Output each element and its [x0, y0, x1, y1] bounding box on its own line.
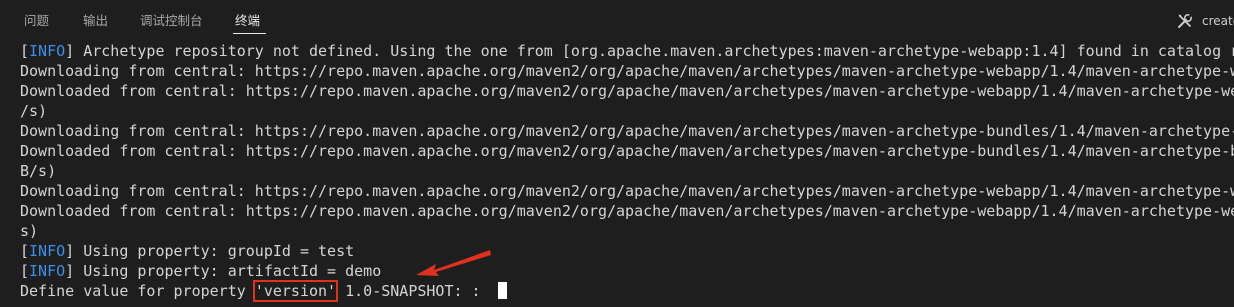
- prompt-text: Define value for property: [20, 282, 255, 300]
- prompt-default-text: 1.0-SNAPSHOT: :: [336, 282, 490, 300]
- info-tag: INFO: [29, 242, 66, 260]
- terminal-line: Downloaded from central: https://repo.ma…: [20, 82, 1234, 100]
- terminal-line: [INFO] Using property: artifactId = demo: [20, 262, 382, 280]
- terminal-cursor: [497, 282, 507, 299]
- terminal-line: Downloading from central: https://repo.m…: [20, 62, 1234, 80]
- terminal-line: [INFO] Using property: groupId = test: [20, 242, 355, 260]
- version-highlight-box: 'version': [252, 280, 339, 302]
- tools-icon: [1178, 13, 1193, 28]
- terminal-name-label: create: [1202, 14, 1234, 28]
- terminal-line: /s): [20, 102, 48, 120]
- tab-problems[interactable]: 问题: [24, 13, 49, 29]
- terminal-line: Downloading from central: https://repo.m…: [20, 122, 1234, 140]
- panel-tab-bar: 问题 输出 调试控制台 终端 create: [0, 0, 1234, 40]
- terminal-prompt-line: Define value for property 'version' 1.0-…: [20, 280, 1234, 302]
- terminal-output[interactable]: [INFO] Archetype repository not defined.…: [20, 41, 1234, 307]
- terminal-line-text: Using property: groupId = test: [83, 242, 355, 260]
- info-tag: INFO: [29, 262, 66, 280]
- terminal-line-text: Archetype repository not defined. Using …: [83, 42, 1234, 60]
- terminal-panel: 问题 输出 调试控制台 终端 create [INFO] Archetype r…: [0, 0, 1234, 307]
- info-tag: INFO: [29, 42, 66, 60]
- terminal-line: Downloading from central: https://repo.m…: [20, 182, 1234, 200]
- terminal-line: [INFO] Archetype repository not defined.…: [20, 41, 1234, 61]
- tab-debug-console[interactable]: 调试控制台: [140, 13, 203, 29]
- terminal-line: B/s): [20, 162, 57, 180]
- terminal-line-text: Using property: artifactId = demo: [83, 262, 382, 280]
- tab-terminal[interactable]: 终端: [235, 13, 260, 29]
- active-tab-indicator: [233, 33, 266, 34]
- terminal-line: Downloaded from central: https://repo.ma…: [20, 202, 1234, 220]
- tab-output[interactable]: 输出: [83, 13, 108, 29]
- terminal-line: Downloaded from central: https://repo.ma…: [20, 142, 1234, 160]
- terminal-line: s): [20, 222, 39, 240]
